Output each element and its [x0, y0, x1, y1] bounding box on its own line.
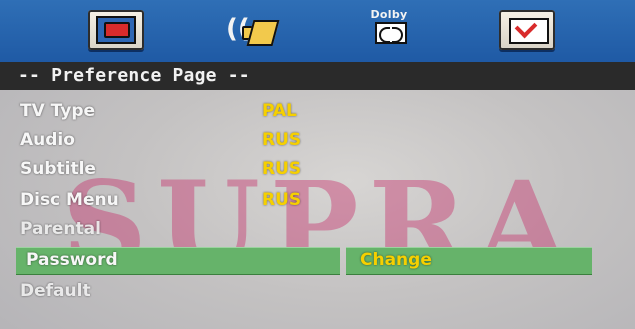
menu-item-parental[interactable]: Parental — [20, 217, 101, 241]
setup-icon-graphic — [88, 10, 144, 50]
setup-icon[interactable] — [84, 8, 148, 52]
value-subtitle[interactable]: RUS — [262, 157, 301, 181]
speaker-icon: (( — [222, 8, 286, 52]
double-d-icon — [375, 22, 407, 44]
menu-item-default[interactable]: Default — [20, 279, 91, 303]
menu-item-audio[interactable]: Audio — [20, 128, 75, 152]
menu-item-password[interactable]: Password — [26, 247, 118, 273]
preference-check-icon[interactable] — [495, 8, 559, 52]
top-tab-bar: (( Dolby — [0, 0, 635, 62]
menu-item-subtitle[interactable]: Subtitle — [20, 157, 96, 181]
dolby-label: Dolby — [370, 8, 408, 21]
page-title: -- Preference Page -- — [0, 62, 635, 90]
value-disc-menu[interactable]: RUS — [262, 188, 301, 212]
value-audio[interactable]: RUS — [262, 128, 301, 152]
menu-item-disc-menu[interactable]: Disc Menu — [20, 188, 119, 212]
value-tv-type[interactable]: PAL — [262, 99, 297, 123]
dolby-icon[interactable]: Dolby — [357, 8, 421, 52]
checkbox-icon — [499, 10, 555, 50]
menu-item-tv-type[interactable]: TV Type — [20, 99, 95, 123]
dolby-logo-icon: Dolby — [357, 8, 421, 52]
change-option[interactable]: Change — [360, 247, 432, 273]
audio-speaker-icon[interactable]: (( — [222, 8, 286, 52]
dvd-setup-screen: (( Dolby -- Preference Page -- SUPRA TV … — [0, 0, 635, 329]
